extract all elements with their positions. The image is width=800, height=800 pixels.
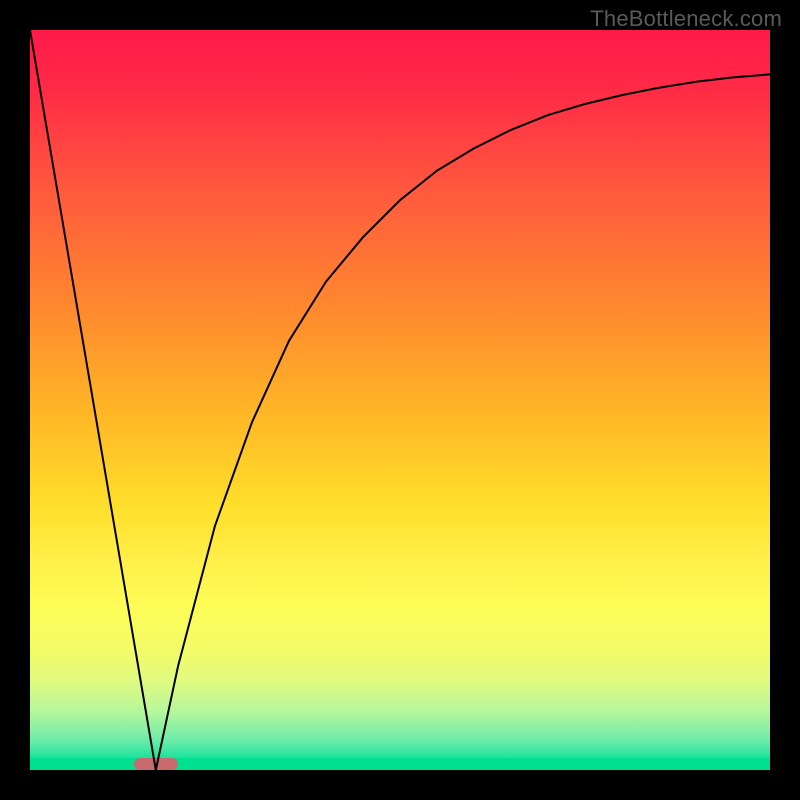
chart-frame: TheBottleneck.com [0, 0, 800, 800]
plot-area [30, 30, 770, 770]
bottleneck-curve [30, 30, 770, 770]
watermark-text: TheBottleneck.com [590, 6, 782, 32]
